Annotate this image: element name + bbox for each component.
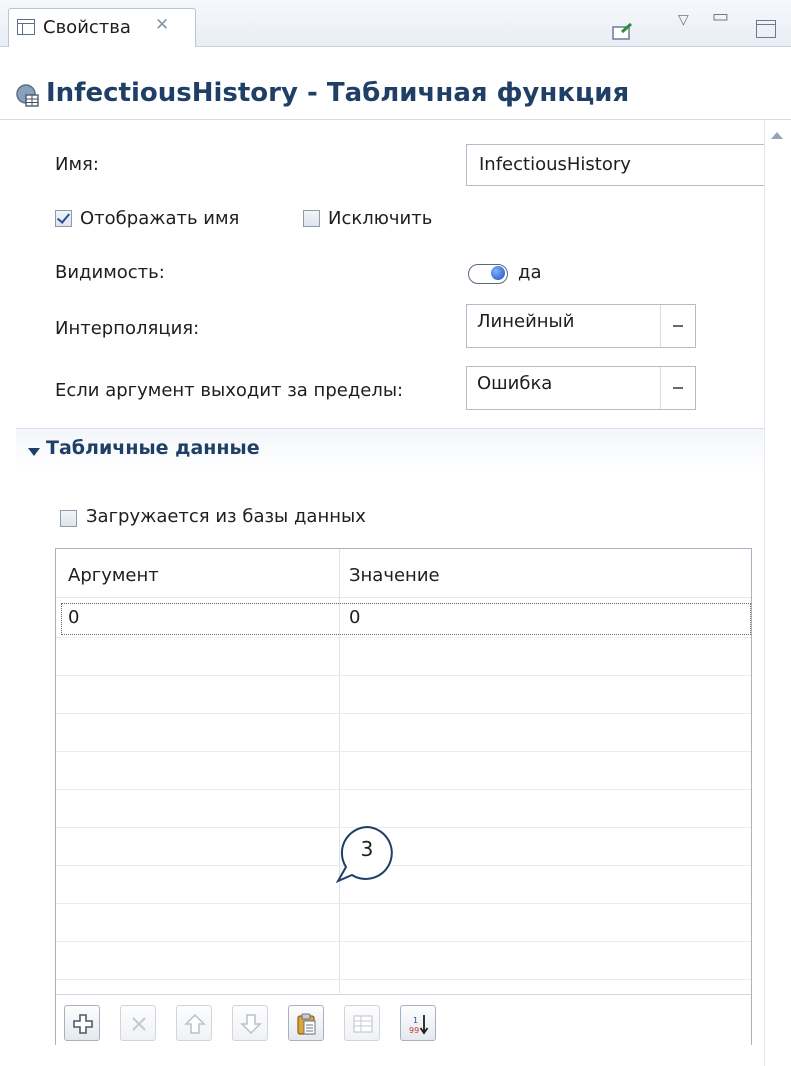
collapse-arrow-icon[interactable]: [28, 448, 40, 456]
exclude-checkbox[interactable]: [303, 210, 320, 227]
view-tab-bar: Свойства ✕ ▽ ▭: [0, 0, 791, 47]
plus-icon: [73, 1014, 93, 1034]
visibility-label: Видимость:: [55, 262, 165, 283]
table-function-icon: [16, 84, 39, 107]
clipboard-paste-icon: [297, 1013, 316, 1035]
close-tab-icon[interactable]: ✕: [155, 15, 169, 35]
dropdown-arrow-icon[interactable]: [660, 367, 695, 409]
callout-number: 3: [360, 837, 374, 861]
section-title[interactable]: Табличные данные: [46, 437, 260, 459]
row-divider: [56, 903, 751, 904]
pin-editor-icon[interactable]: [612, 22, 634, 40]
name-input[interactable]: InfectiousHistory: [466, 144, 764, 186]
delete-icon: [132, 1017, 146, 1031]
sort-button[interactable]: 1 99: [400, 1005, 436, 1041]
properties-header: InfectiousHistory - Табличная функция: [0, 70, 791, 120]
properties-tab-label: Свойства: [43, 17, 131, 38]
column-header-value[interactable]: Значение: [349, 565, 440, 586]
table-copy-icon: [353, 1015, 373, 1033]
table-data-grid[interactable]: Аргумент Значение 0 0 1 99: [55, 548, 752, 1045]
sort-ascending-icon: 1 99: [409, 1015, 429, 1035]
load-from-db-label: Загружается из базы данных: [86, 506, 366, 527]
arrow-down-icon: [240, 1014, 262, 1035]
load-from-db-checkbox[interactable]: [60, 510, 77, 527]
out-of-range-label: Если аргумент выходит за пределы:: [55, 380, 404, 401]
vertical-scrollbar[interactable]: [764, 120, 791, 1066]
interpolation-selected: Линейный: [477, 311, 575, 332]
properties-tab[interactable]: Свойства ✕: [8, 8, 196, 47]
row-divider: [56, 941, 751, 942]
arrow-up-icon: [184, 1013, 206, 1034]
visibility-value: да: [518, 262, 542, 283]
show-name-label: Отображать имя: [80, 208, 240, 229]
table-header: Аргумент Значение: [56, 549, 751, 598]
table-row[interactable]: [61, 603, 751, 635]
interpolation-select[interactable]: Линейный: [466, 304, 696, 348]
visibility-toggle[interactable]: [468, 264, 508, 284]
paste-button[interactable]: [288, 1005, 324, 1041]
page-title: InfectiousHistory - Табличная функция: [46, 78, 630, 108]
minimize-icon[interactable]: ▭: [712, 6, 729, 27]
dropdown-arrow-icon[interactable]: [660, 305, 695, 347]
row-divider: [56, 637, 751, 638]
row-divider: [56, 789, 751, 790]
properties-view-icon: [17, 19, 35, 35]
row-divider: [56, 979, 751, 980]
name-label: Имя:: [55, 154, 99, 175]
delete-row-button[interactable]: [120, 1005, 156, 1041]
column-header-argument[interactable]: Аргумент: [68, 565, 159, 586]
row-divider: [56, 751, 751, 752]
scroll-up-arrow-icon[interactable]: [771, 132, 783, 139]
out-of-range-select[interactable]: Ошибка: [466, 366, 696, 410]
view-menu-icon[interactable]: ▽: [678, 12, 689, 28]
toggle-knob: [491, 266, 505, 280]
interpolation-label: Интерполяция:: [55, 318, 200, 339]
out-of-range-selected: Ошибка: [477, 373, 553, 394]
add-row-button[interactable]: [64, 1005, 100, 1041]
table-cell-argument[interactable]: 0: [68, 607, 79, 628]
maximize-icon[interactable]: [756, 20, 776, 38]
svg-text:1: 1: [413, 1016, 418, 1025]
row-divider: [56, 827, 751, 828]
move-up-button[interactable]: [176, 1005, 212, 1041]
row-divider: [56, 713, 751, 714]
copy-button[interactable]: [344, 1005, 380, 1041]
row-divider: [56, 865, 751, 866]
table-cell-value[interactable]: 0: [349, 607, 360, 628]
show-name-checkbox[interactable]: [55, 210, 72, 227]
header-divider: [0, 119, 791, 120]
move-down-button[interactable]: [232, 1005, 268, 1041]
exclude-label: Исключить: [328, 208, 433, 229]
row-divider: [56, 675, 751, 676]
table-toolbar: 1 99: [56, 994, 751, 1045]
svg-text:99: 99: [409, 1026, 419, 1035]
